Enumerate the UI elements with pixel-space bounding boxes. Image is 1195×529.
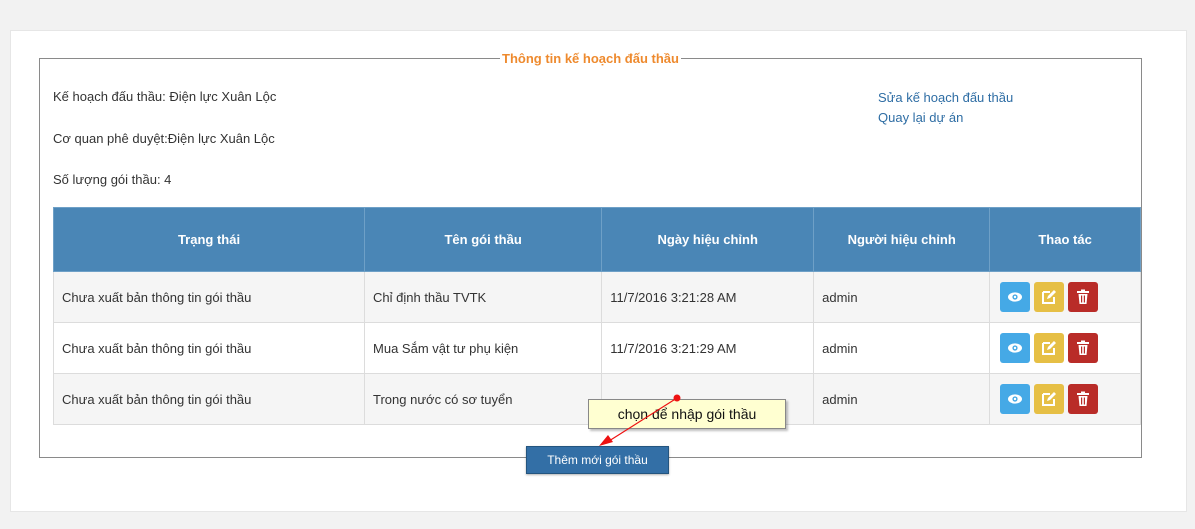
view-button[interactable] [1000, 282, 1031, 312]
plan-links: Sửa kế hoạch đấu thầu Quay lại dự án [878, 88, 1013, 128]
view-button[interactable] [1000, 333, 1031, 363]
edit-button[interactable] [1034, 282, 1065, 312]
col-editor-header: Người hiệu chỉnh [813, 207, 991, 272]
edit-plan-link[interactable]: Sửa kế hoạch đấu thầu [878, 88, 1013, 108]
edit-button[interactable] [1034, 384, 1065, 414]
modified-by-cell: admin [813, 322, 991, 374]
content-card: Thông tin kế hoạch đấu thầu Kế hoạch đấu… [10, 30, 1187, 512]
modified-date-cell: 11/7/2016 3:21:28 AM [601, 271, 815, 323]
package-name-cell: Trong nước có sơ tuyển [364, 373, 603, 425]
col-status-header: Trạng thái [52, 207, 366, 272]
package-name-cell: Chỉ định thầu TVTK [364, 271, 603, 323]
delete-button[interactable] [1068, 384, 1099, 414]
modified-by-cell: admin [813, 373, 991, 425]
package-count: Số lượng gói thầu: 4 [53, 172, 172, 187]
delete-button[interactable] [1068, 282, 1099, 312]
table-header-row: Trạng thái Tên gói thầu Ngày hiệu chỉnh … [52, 207, 1141, 272]
modified-date-cell: 11/7/2016 3:21:29 AM [601, 322, 815, 374]
edit-button[interactable] [1034, 333, 1065, 363]
hint-tooltip: chọn để nhập gói thầu [588, 399, 786, 429]
delete-button[interactable] [1068, 333, 1099, 363]
status-cell: Chưa xuất bản thông tin gói thầu [52, 271, 366, 323]
view-button[interactable] [1000, 384, 1031, 414]
actions-cell [989, 373, 1141, 425]
plan-info-section: Thông tin kế hoạch đấu thầu Kế hoạch đấu… [39, 51, 1142, 474]
table-row: Chưa xuất bản thông tin gói thầu Chỉ định… [52, 271, 1141, 323]
modified-by-cell: admin [813, 271, 991, 323]
status-cell: Chưa xuất bản thông tin gói thầu [52, 373, 366, 425]
plan-name: Kế hoạch đấu thầu: Điện lực Xuân Lộc [53, 89, 277, 104]
approver: Cơ quan phê duyệt:Điện lực Xuân Lộc [53, 131, 275, 146]
status-cell: Chưa xuất bản thông tin gói thầu [52, 322, 366, 374]
actions-cell [989, 322, 1141, 374]
actions-cell [989, 271, 1141, 323]
add-package-button[interactable]: Thêm mới gói thầu [526, 446, 669, 474]
back-to-project-link[interactable]: Quay lại dự án [878, 108, 1013, 128]
section-title: Thông tin kế hoạch đấu thầu [502, 51, 679, 66]
col-name-header: Tên gói thầu [364, 207, 603, 272]
table-row: Chưa xuất bản thông tin gói thầu Mua Sắm … [52, 322, 1141, 374]
col-actions-header: Thao tác [989, 207, 1141, 272]
packages-table: Trạng thái Tên gói thầu Ngày hiệu chỉnh … [52, 207, 1141, 425]
package-name-cell: Mua Sắm vật tư phụ kiện [364, 322, 603, 374]
col-date-header: Ngày hiệu chỉnh [601, 207, 815, 272]
